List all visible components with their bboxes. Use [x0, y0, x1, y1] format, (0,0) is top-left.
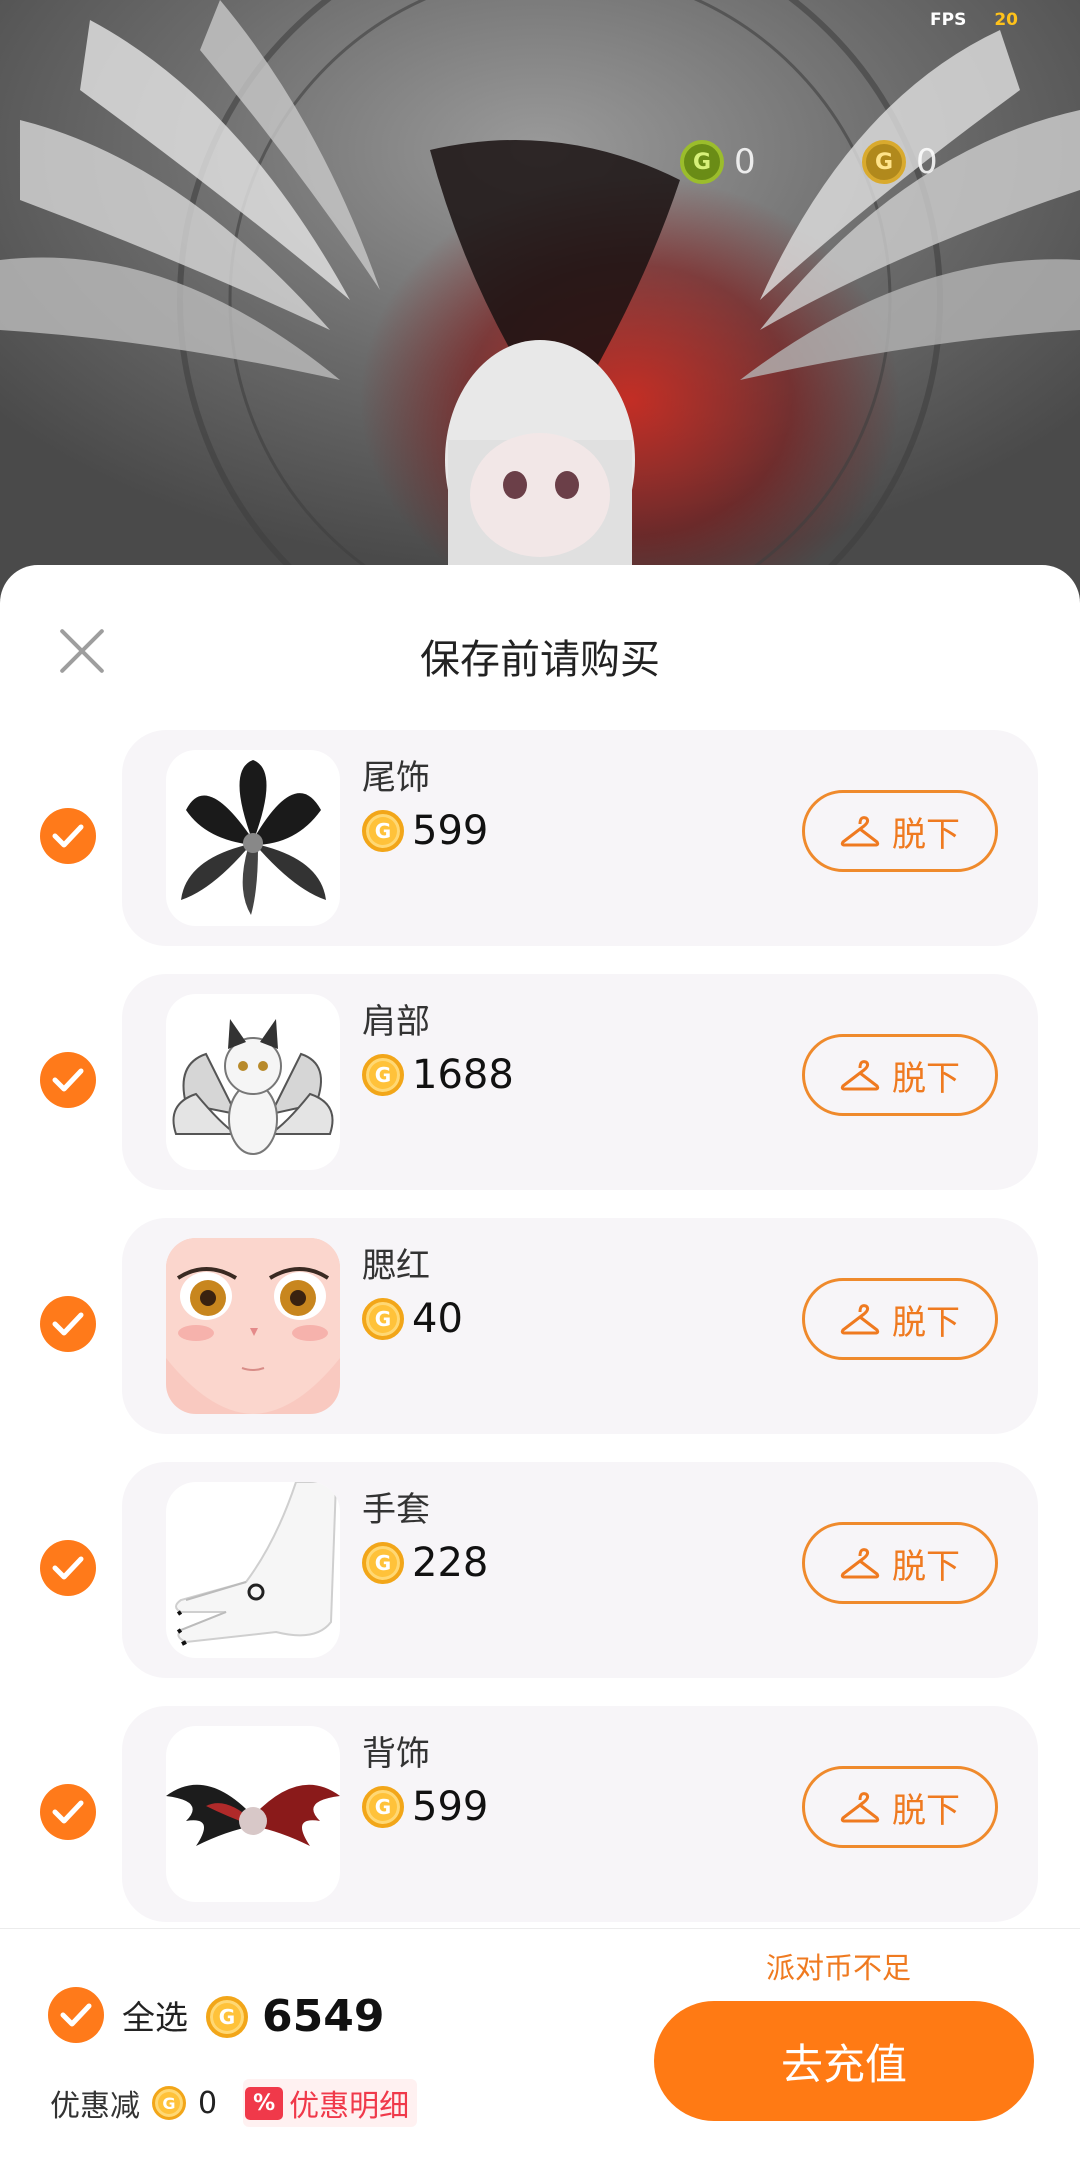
price-value: 599 [412, 1784, 489, 1830]
item-price: G 599 [362, 1784, 488, 1830]
list-item: 尾饰 G 599 脱下 [0, 730, 1080, 974]
hanger-icon [840, 1792, 880, 1823]
blush-face-icon [166, 1238, 340, 1414]
total-price: G 6549 [206, 1991, 384, 2042]
take-off-button[interactable]: 脱下 [802, 1278, 998, 1360]
back-wings-icon [166, 1726, 340, 1902]
gold-coin-icon: G [862, 140, 906, 184]
gold-currency: G 0 [862, 140, 938, 184]
item-price: G 40 [362, 1296, 463, 1342]
discount-detail-label: 优惠明细 [289, 2089, 410, 2124]
discount-detail-link[interactable]: % 优惠明细 [243, 2079, 418, 2127]
item-card: 肩部 G 1688 脱下 [122, 974, 1038, 1190]
recharge-button[interactable]: 去充值 [654, 2001, 1034, 2121]
sheet-title: 保存前请购买 [420, 637, 660, 683]
green-coin-icon: G [680, 140, 724, 184]
item-name: 肩部 [362, 1002, 430, 1042]
item-checkbox[interactable] [40, 1052, 96, 1108]
price-value: 228 [412, 1540, 489, 1586]
item-checkbox[interactable] [40, 1296, 96, 1352]
green-currency: G 0 [680, 140, 756, 184]
item-list: 尾饰 G 599 脱下 肩部 G 1688 脱下 腮红 G 40 脱下 手套 G… [0, 730, 1080, 1950]
take-off-button[interactable]: 脱下 [802, 790, 998, 872]
take-off-label: 脱下 [892, 1058, 960, 1099]
check-icon [60, 2003, 92, 2027]
check-icon [52, 1556, 84, 1580]
discount-row: 优惠减 G 0 % 优惠明细 [50, 2079, 418, 2127]
item-price: G 1688 [362, 1052, 514, 1098]
item-card: 手套 G 228 脱下 [122, 1462, 1038, 1678]
list-item: 手套 G 228 脱下 [0, 1462, 1080, 1706]
fps-counter: FPS 20 [930, 10, 1018, 30]
check-icon [52, 1800, 84, 1824]
item-card: 腮红 G 40 脱下 [122, 1218, 1038, 1434]
item-card: 尾饰 G 599 脱下 [122, 730, 1038, 946]
coin-icon: G [362, 1054, 404, 1096]
tail-ornament-icon [166, 750, 340, 926]
total-price-value: 6549 [262, 1991, 385, 2042]
glove-hand-icon [166, 1482, 340, 1658]
item-price: G 599 [362, 808, 488, 854]
take-off-label: 脱下 [892, 1546, 960, 1587]
take-off-button[interactable]: 脱下 [802, 1034, 998, 1116]
select-all-checkbox[interactable] [48, 1987, 104, 2043]
discount-label: 优惠减 [50, 2089, 140, 2124]
fps-label: FPS [930, 10, 967, 30]
coin-icon: G [362, 1786, 404, 1828]
hanger-icon [840, 1060, 880, 1091]
item-name: 手套 [362, 1490, 430, 1530]
take-off-label: 脱下 [892, 1302, 960, 1343]
hanger-icon [840, 816, 880, 847]
take-off-button[interactable]: 脱下 [802, 1522, 998, 1604]
price-value: 599 [412, 808, 489, 854]
list-item: 肩部 G 1688 脱下 [0, 974, 1080, 1218]
item-card: 背饰 G 599 脱下 [122, 1706, 1038, 1922]
check-icon [52, 824, 84, 848]
discount-value: 0 [198, 2085, 218, 2121]
game-scene: FPS 20 G 0 G 0 [0, 0, 1080, 600]
item-name: 背饰 [362, 1734, 430, 1774]
coin-icon: G [206, 1995, 248, 2038]
item-checkbox[interactable] [40, 1784, 96, 1840]
green-currency-value: 0 [734, 142, 756, 182]
take-off-label: 脱下 [892, 814, 960, 855]
hanger-icon [840, 1304, 880, 1335]
take-off-label: 脱下 [892, 1790, 960, 1831]
list-item: 背饰 G 599 脱下 [0, 1706, 1080, 1950]
take-off-button[interactable]: 脱下 [802, 1766, 998, 1848]
coin-icon: G [362, 810, 404, 852]
fps-value: 20 [994, 10, 1018, 30]
coin-icon: G [362, 1542, 404, 1584]
check-icon [52, 1068, 84, 1092]
discount-badge-icon: % [245, 2086, 284, 2120]
insufficient-balance-text: 派对币不足 [766, 1951, 912, 1985]
purchase-sheet: 保存前请购买 尾饰 G 599 脱下 肩部 G 1688 脱下 腮红 G 40 … [0, 565, 1080, 2160]
item-name: 尾饰 [362, 758, 430, 798]
coin-icon: G [152, 2086, 186, 2120]
check-icon [52, 1312, 84, 1336]
select-all-label: 全选 [122, 1998, 188, 2037]
item-name: 腮红 [362, 1246, 430, 1286]
scene-artwork [0, 0, 1080, 600]
item-checkbox[interactable] [40, 1540, 96, 1596]
price-value: 40 [412, 1296, 463, 1342]
select-all-toggle[interactable]: 全选 [48, 1987, 188, 2043]
coin-icon: G [362, 1298, 404, 1340]
hanger-icon [840, 1548, 880, 1579]
shoulder-fox-icon [166, 994, 340, 1170]
list-item: 腮红 G 40 脱下 [0, 1218, 1080, 1462]
gold-currency-value: 0 [916, 142, 938, 182]
checkout-footer: 全选 G 6549 优惠减 G 0 % 优惠明细 派对币不足 去充值 [0, 1928, 1080, 2160]
item-price: G 228 [362, 1540, 488, 1586]
price-value: 1688 [412, 1052, 514, 1098]
item-checkbox[interactable] [40, 808, 96, 864]
